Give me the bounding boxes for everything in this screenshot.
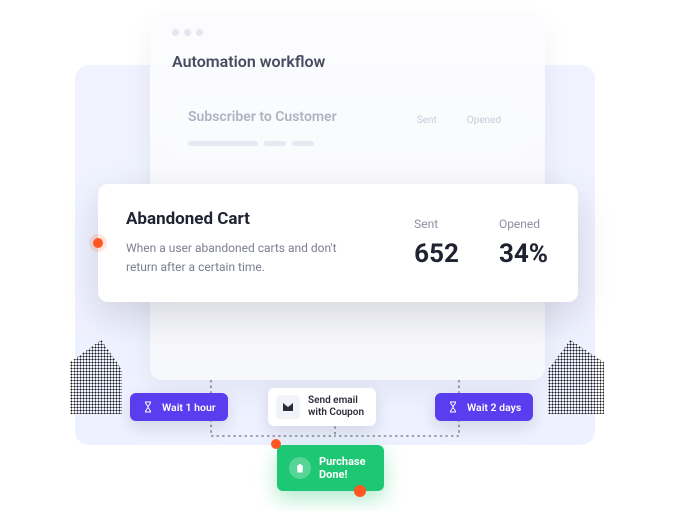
stat-value-sent: 652 <box>414 239 459 269</box>
workflow-item-abandoned-cart[interactable]: Abandoned Cart When a user abandoned car… <box>98 184 578 302</box>
window-dot <box>196 29 203 36</box>
action-label-line: Send email <box>308 395 364 408</box>
action-send-email-coupon[interactable]: Send email with Coupon <box>268 388 376 426</box>
column-label: Opened <box>467 115 501 126</box>
window-controls[interactable] <box>172 29 523 36</box>
action-label-line: Purchase <box>319 455 366 468</box>
workflow-item-columns: Sent Opened <box>417 115 501 126</box>
highlight-description: When a user abandoned carts and don't re… <box>126 239 356 276</box>
action-wait-2-days[interactable]: Wait 2 days <box>435 393 533 421</box>
workflow-item-subscriber[interactable]: Subscriber to Customer Sent Opened <box>172 95 523 158</box>
bag-icon <box>289 457 311 479</box>
window-dot <box>184 29 191 36</box>
stat-label-sent: Sent <box>414 217 459 231</box>
active-indicator-dot <box>93 238 103 248</box>
stat-label-opened: Opened <box>499 217 548 231</box>
window-dot <box>172 29 179 36</box>
action-label-line: Done! <box>319 468 366 481</box>
workflow-item-bars <box>188 141 507 146</box>
action-label-line: with Coupon <box>308 407 364 420</box>
hourglass-icon <box>142 401 154 413</box>
stat-value-opened: 34% <box>499 239 548 269</box>
highlight-title: Abandoned Cart <box>126 209 394 229</box>
action-label: Wait 2 days <box>467 401 521 414</box>
page-title: Automation workflow <box>172 52 523 71</box>
action-label: Wait 1 hour <box>162 401 216 414</box>
column-label: Sent <box>417 115 437 126</box>
hourglass-icon <box>447 401 459 413</box>
mail-icon <box>276 395 300 419</box>
action-purchase-done[interactable]: Purchase Done! <box>277 445 384 491</box>
action-wait-1-hour[interactable]: Wait 1 hour <box>130 393 228 421</box>
highlight-stats: Sent 652 Opened 34% <box>414 217 548 269</box>
